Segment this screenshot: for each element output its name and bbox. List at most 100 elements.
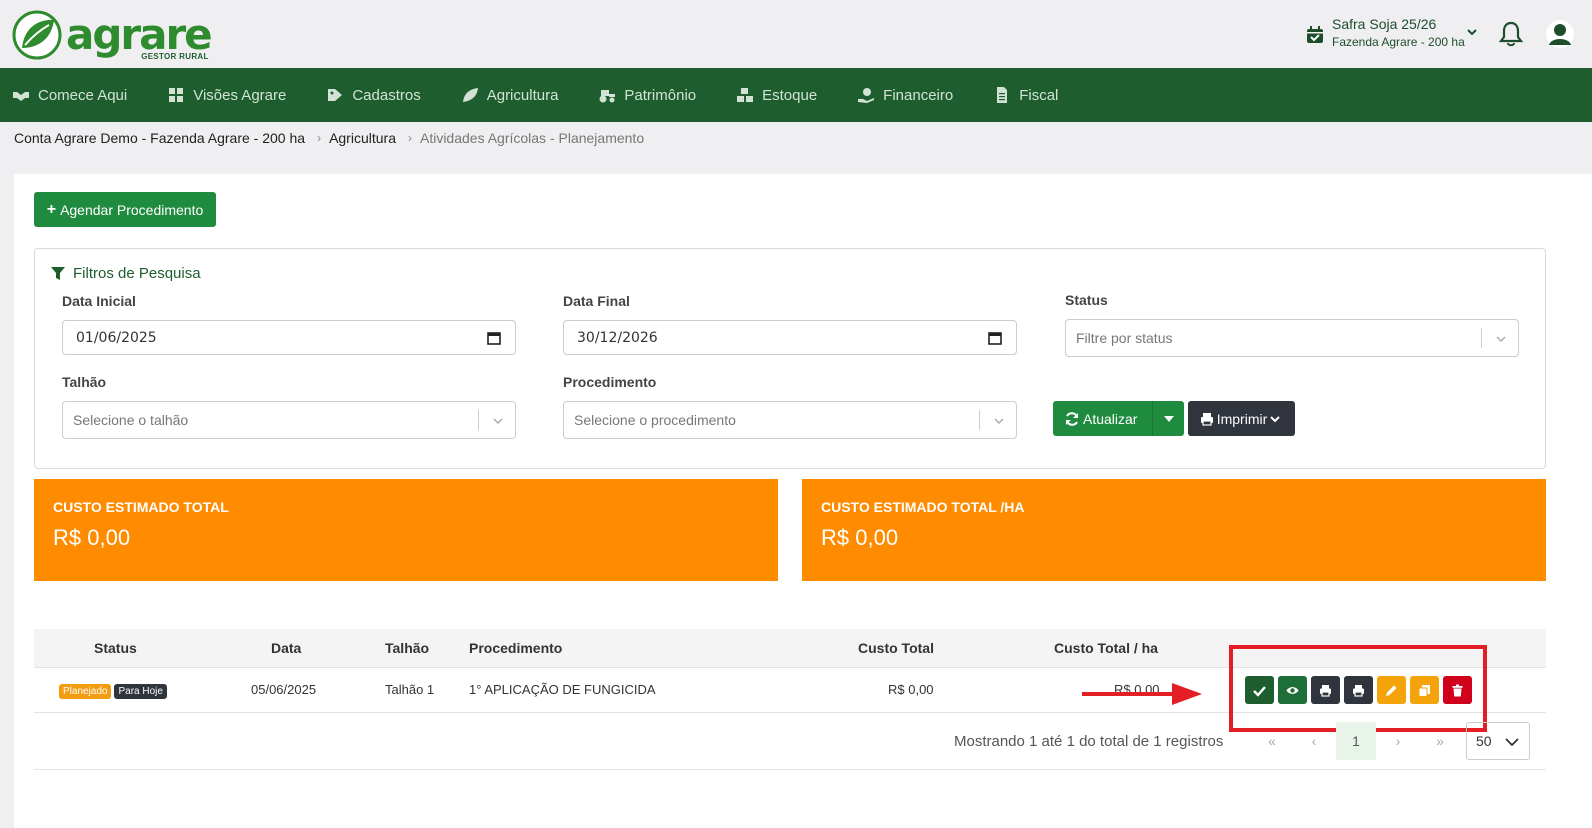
schedule-procedure-label: Agendar Procedimento: [60, 201, 204, 218]
status-placeholder: Filtre por status: [1076, 330, 1173, 346]
caret-down-icon: [1163, 415, 1174, 422]
nav-label: Estoque: [762, 86, 818, 104]
nav-item-patrimonio[interactable]: Patrimônio: [598, 87, 696, 104]
breadcrumb-account[interactable]: Conta Agrare Demo - Fazenda Agrare - 200…: [14, 130, 305, 146]
nav-label: Financeiro: [883, 86, 954, 104]
brand-name: agrare: [66, 10, 213, 59]
complete-button[interactable]: [1245, 676, 1274, 704]
schedule-procedure-button[interactable]: + Agendar Procedimento: [34, 192, 216, 227]
nav-label: Cadastros: [352, 86, 421, 104]
update-dropdown-toggle[interactable]: [1153, 415, 1184, 422]
page-1-button[interactable]: 1: [1336, 722, 1376, 760]
money-hand-icon: [858, 88, 875, 103]
nav-item-cadastros[interactable]: Cadastros: [326, 86, 421, 104]
nav-label: Fiscal: [1019, 86, 1059, 104]
chevron-down-icon: [1496, 336, 1506, 343]
main-nav: Comece Aqui Visões Agrare Cadastros Agri…: [0, 68, 1592, 122]
edit-button[interactable]: [1377, 676, 1406, 704]
row-plot: Talhão 1: [385, 682, 435, 697]
col-date[interactable]: Data: [271, 640, 301, 656]
status-badge-planned: Planejado: [59, 684, 112, 699]
tractor-icon: [599, 90, 616, 103]
procedure-label: Procedimento: [563, 374, 657, 390]
brand-tagline: GESTOR RURAL: [141, 52, 209, 61]
bell-icon[interactable]: [1499, 21, 1523, 47]
leaf-logo-icon: [12, 10, 62, 60]
start-date-value: 01/06/2025: [76, 329, 157, 346]
col-cost-per-ha[interactable]: Custo Total / ha: [1054, 640, 1158, 656]
end-date-input[interactable]: 30/12/2026: [563, 320, 1017, 355]
row-total-cost: R$ 0,00: [888, 682, 934, 697]
chevron-right-icon: ›: [407, 131, 412, 145]
pagination-info: Mostrando 1 até 1 do total de 1 registro…: [954, 733, 1224, 750]
stat-total-value: R$ 0,00: [53, 525, 131, 550]
boxes-icon: [737, 88, 754, 102]
col-procedure[interactable]: Procedimento: [469, 640, 562, 656]
filter-icon: [51, 266, 65, 280]
delete-button[interactable]: [1443, 676, 1472, 704]
print-button[interactable]: Imprimir: [1188, 401, 1295, 436]
stat-per-ha-label: CUSTO ESTIMADO TOTAL /HA: [821, 499, 1025, 515]
end-date-label: Data Final: [563, 293, 630, 309]
chevron-down-icon: [493, 418, 503, 425]
pencil-icon: [1386, 685, 1397, 696]
handshake-icon: [13, 92, 29, 101]
calendar-icon[interactable]: [988, 331, 1002, 345]
printer-icon: [1320, 684, 1331, 697]
status-badge-today: Para Hoje: [114, 684, 167, 699]
nav-item-comece-aqui[interactable]: Comece Aqui: [12, 87, 127, 104]
nav-item-visoes-agrare[interactable]: Visões Agrare: [167, 87, 286, 104]
next-page-button[interactable]: ›: [1378, 722, 1418, 760]
print-order-button[interactable]: [1344, 676, 1373, 704]
last-page-button[interactable]: »: [1420, 722, 1460, 760]
start-date-input[interactable]: 01/06/2025: [62, 320, 516, 355]
update-label: Atualizar: [1083, 410, 1138, 427]
chevron-right-icon: ›: [317, 131, 322, 145]
col-total-cost[interactable]: Custo Total: [858, 640, 934, 656]
plot-label: Talhão: [62, 374, 107, 390]
view-button[interactable]: [1278, 676, 1307, 704]
plus-icon: +: [46, 200, 57, 218]
breadcrumb: Conta Agrare Demo - Fazenda Agrare - 200…: [14, 130, 644, 146]
chevron-down-icon: [994, 418, 1004, 425]
leaf-icon: [462, 88, 478, 102]
nav-item-agricultura[interactable]: Agricultura: [461, 87, 558, 104]
duplicate-button[interactable]: [1410, 676, 1439, 704]
procedure-select[interactable]: Selecione o procedimento: [563, 401, 1017, 439]
copy-icon: [1418, 684, 1430, 697]
status-label: Status: [1065, 292, 1108, 308]
first-page-button[interactable]: «: [1252, 722, 1292, 760]
table-bottom-divider: [34, 769, 1546, 770]
update-button-group: Atualizar: [1053, 401, 1184, 436]
status-badges: Planejado Para Hoje: [59, 682, 170, 699]
user-icon[interactable]: [1546, 20, 1574, 48]
procedure-placeholder: Selecione o procedimento: [574, 412, 736, 428]
nav-item-fiscal[interactable]: Fiscal: [993, 87, 1058, 104]
col-status[interactable]: Status: [94, 640, 137, 656]
stat-per-ha-value: R$ 0,00: [821, 525, 899, 550]
page-size-select[interactable]: 50: [1466, 722, 1530, 760]
select-divider: [979, 410, 980, 430]
annotation-arrow: [1082, 683, 1202, 705]
col-plot[interactable]: Talhão: [385, 640, 429, 656]
prev-page-button[interactable]: ‹: [1294, 722, 1334, 760]
chevron-down-icon: [1505, 738, 1519, 747]
agrare-logo[interactable]: agrare GESTOR RURAL: [12, 8, 213, 62]
update-button[interactable]: Atualizar: [1053, 401, 1153, 436]
nav-item-estoque[interactable]: Estoque: [736, 87, 817, 104]
nav-item-financeiro[interactable]: Financeiro: [857, 87, 953, 104]
tag-icon: [328, 89, 343, 101]
select-divider: [478, 410, 479, 430]
plot-placeholder: Selecione o talhão: [73, 412, 189, 428]
plot-select[interactable]: Selecione o talhão: [62, 401, 516, 439]
print-label: Imprimir: [1216, 410, 1268, 427]
nav-label: Patrimônio: [624, 86, 697, 104]
breadcrumb-module[interactable]: Agricultura: [329, 130, 396, 146]
pagination: « ‹ 1 › »: [1252, 722, 1462, 760]
eye-icon: [1286, 686, 1299, 694]
print-row-button[interactable]: [1311, 676, 1340, 704]
season-selector[interactable]: Safra Soja 25/26 Fazenda Agrare - 200 ha: [1306, 14, 1477, 50]
status-select[interactable]: Filtre por status: [1065, 319, 1519, 357]
calendar-icon[interactable]: [487, 331, 501, 345]
breadcrumb-current: Atividades Agrícolas - Planejamento: [419, 130, 645, 146]
